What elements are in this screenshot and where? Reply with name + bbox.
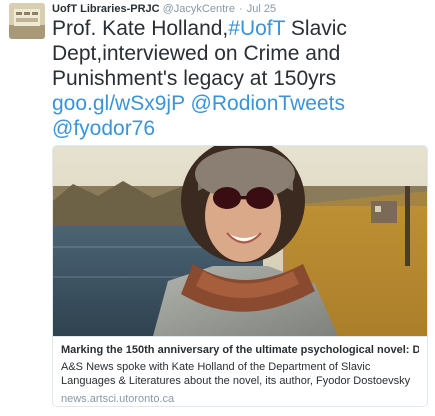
tweet-header: UofT Libraries-PRJC @JacykCentre · Jul 2… xyxy=(52,3,276,16)
card-image[interactable] xyxy=(53,146,427,336)
hashtag-link[interactable]: #UofT xyxy=(228,17,285,40)
author-name[interactable]: UofT Libraries-PRJC xyxy=(52,3,160,15)
short-url-link[interactable]: goo.gl/wSx9jP xyxy=(52,92,185,115)
link-card[interactable]: Marking the 150th anniversary of the ult… xyxy=(52,145,428,407)
card-body[interactable]: Marking the 150th anniversary of the ult… xyxy=(53,336,427,406)
avatar[interactable] xyxy=(9,3,45,39)
card-title[interactable]: Marking the 150th anniversary of the ult… xyxy=(61,343,419,357)
header-separator: · xyxy=(239,3,243,15)
tweet-text-part1: Prof. Kate Holland, xyxy=(52,17,229,40)
mention-link-fyodor[interactable]: @fyodor76 xyxy=(52,117,155,140)
author-handle[interactable]: @JacykCentre xyxy=(163,3,235,15)
card-domain[interactable]: news.artsci.utoronto.ca xyxy=(61,392,419,406)
card-description: A&S News spoke with Kate Holland of the … xyxy=(61,361,411,387)
tweet-date[interactable]: Jul 25 xyxy=(247,3,276,15)
tweet-text: Prof. Kate Holland,#UofT Slavic Dept,int… xyxy=(52,16,427,141)
mention-link-rodion[interactable]: @RodionTweets xyxy=(191,92,345,115)
tweet: UofT Libraries-PRJC @JacykCentre · Jul 2… xyxy=(0,0,435,416)
